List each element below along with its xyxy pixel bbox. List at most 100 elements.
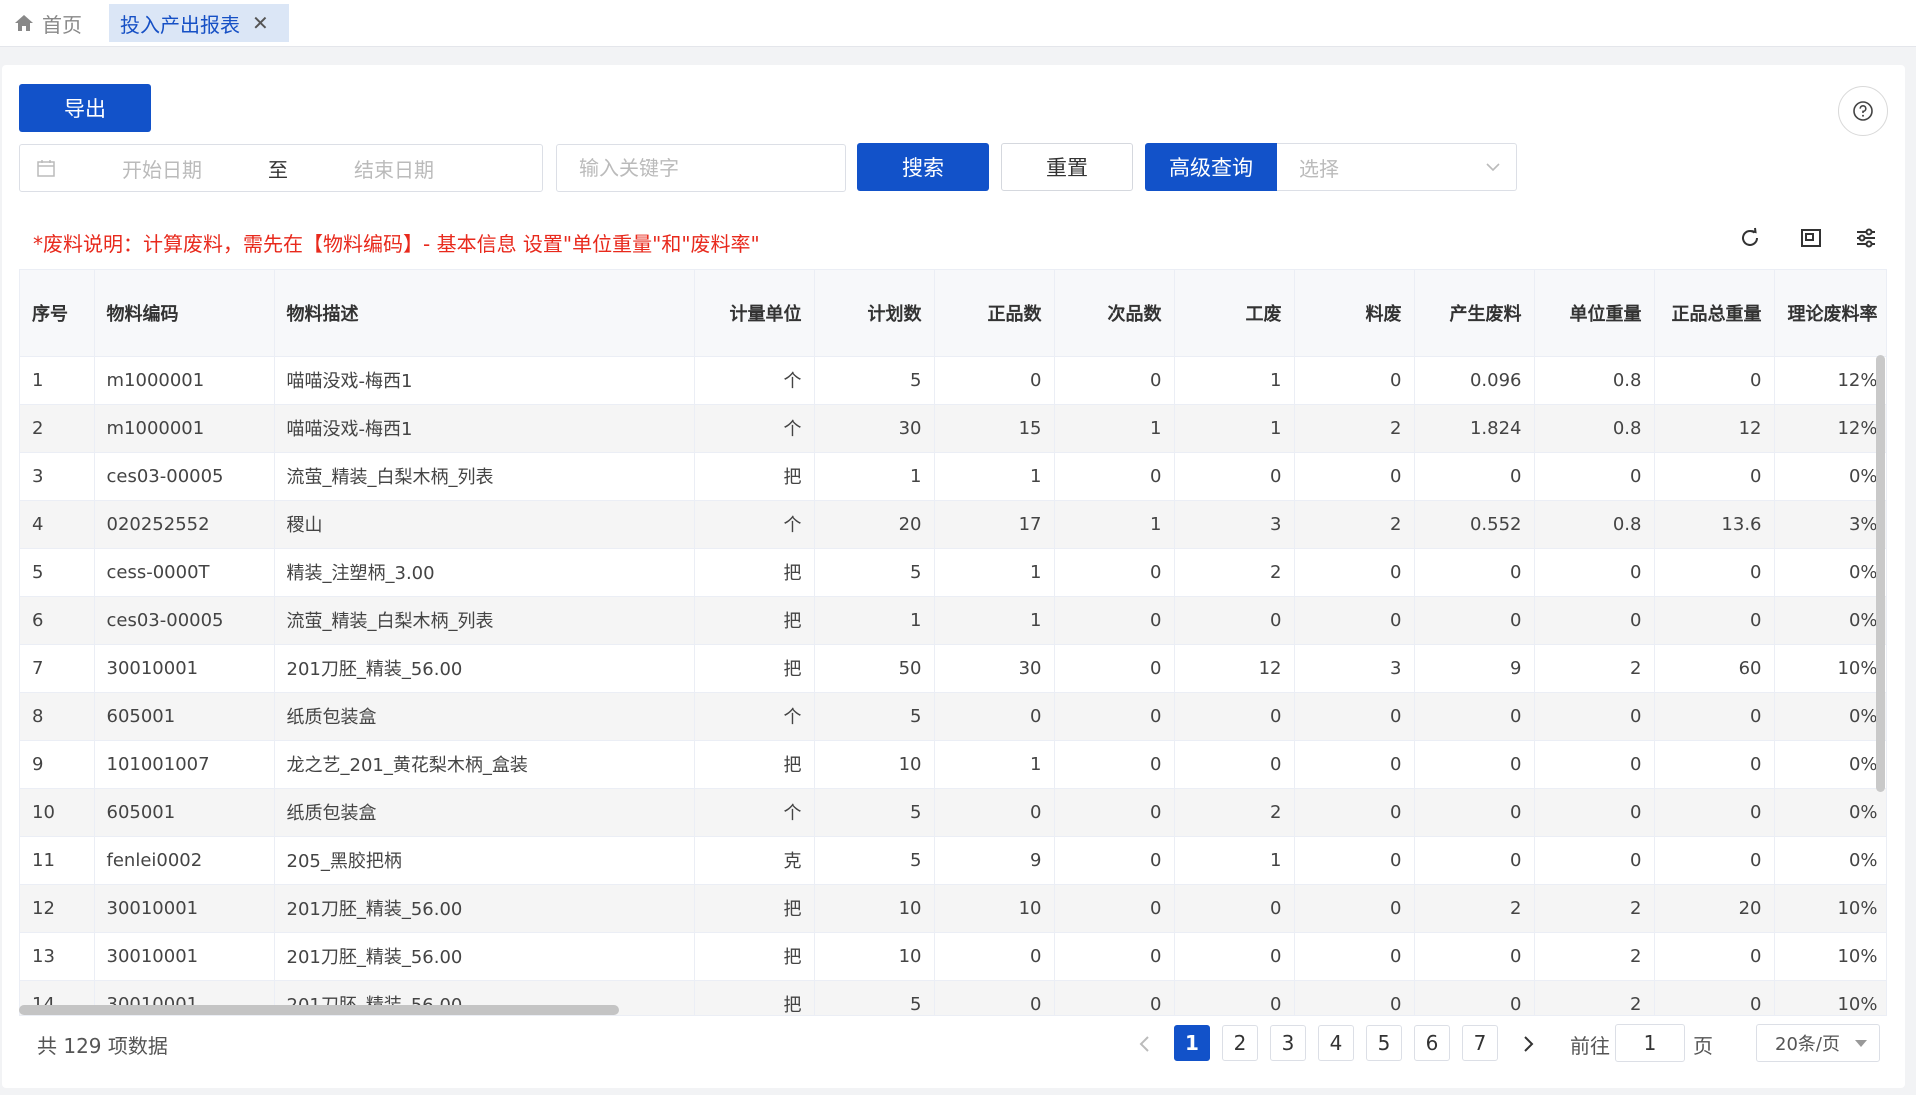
table-cell: 10%	[1774, 980, 1886, 1015]
table-cell: 30010001	[94, 884, 275, 933]
chevron-right-icon	[1524, 1036, 1534, 1052]
column-header[interactable]: 正品总重量	[1654, 270, 1775, 357]
table-cell: 3	[1294, 644, 1415, 693]
table-cell: 12	[1174, 644, 1295, 693]
table-cell: 0%	[1774, 740, 1886, 789]
column-header[interactable]: 产生废料	[1414, 270, 1535, 357]
table-row[interactable]: 11 fenlei0002 205_黑胶把柄克 5 9 0 1 0 0 0 0 0%	[20, 836, 1886, 885]
table-cell: 1	[934, 548, 1055, 597]
table-row[interactable]: 9 101001007 龙之艺_201_黄花梨木柄_盒装把 10 1 0 0 0 0 0 0 0%	[20, 740, 1886, 789]
chevron-down-icon	[1486, 163, 1500, 172]
table-cell: fenlei0002	[94, 836, 275, 885]
date-range-picker[interactable]: 开始日期 至 结束日期	[19, 144, 543, 192]
table-row[interactable]: 2 m1000001 喵喵没戏-梅西1 个 30 15 1 1 2 1.824 0.8 12 12%	[20, 404, 1886, 453]
table-cell: 0	[1054, 356, 1175, 405]
page-size-select[interactable]: 20条/页	[1756, 1024, 1880, 1062]
table-row[interactable]: 13 30010001 201刀胚_精装_56.00 把 10 0 0 0 0 0 2 0 10%	[20, 932, 1886, 981]
page-button[interactable]: 4	[1318, 1025, 1354, 1061]
table-cell: 605001	[94, 788, 275, 837]
horizontal-scrollbar[interactable]	[19, 1005, 619, 1015]
table-cell: 个	[694, 500, 815, 549]
table-cell: 2	[1534, 980, 1655, 1015]
column-header[interactable]: 物料描述	[274, 270, 695, 357]
table-row[interactable]: 3 ces03-00005 流萤_精装_白梨木柄_列表把 1 1 0 0 0 0 0 0 0%	[20, 452, 1886, 501]
column-header[interactable]: 正品数	[934, 270, 1055, 357]
table-row[interactable]: 5 cess-0000T 精装_注塑柄_3.00 把 5 1 0 2 0 0 0 0 0%	[20, 548, 1886, 597]
table-cell: 0	[1414, 740, 1535, 789]
table-cell: 5	[814, 692, 935, 741]
table-cell: 30010001	[94, 932, 275, 981]
table-cell: 0	[1054, 692, 1175, 741]
table-cell: 0	[1174, 884, 1295, 933]
column-header[interactable]: 序号	[20, 270, 95, 357]
advanced-query-button[interactable]: 高级查询	[1145, 143, 1277, 191]
table-row[interactable]: 8 605001 纸质包装盒个 5 0 0 0 0 0 0 0 0%	[20, 692, 1886, 741]
table-cell: 把	[694, 932, 815, 981]
table-cell: 0	[1654, 692, 1775, 741]
column-header[interactable]: 计划数	[814, 270, 935, 357]
goto-page-input[interactable]	[1615, 1024, 1685, 1062]
table-row[interactable]: 4 020252552 稷山个 20 17 1 3 2 0.552 0.8 13.6 3%	[20, 500, 1886, 549]
help-button[interactable]	[1838, 86, 1888, 136]
table-cell: 2	[1174, 788, 1295, 837]
table-cell: 0	[934, 692, 1055, 741]
advanced-select[interactable]: 选择	[1277, 143, 1517, 191]
table-cell: 0%	[1774, 836, 1886, 885]
column-settings-button[interactable]	[1850, 222, 1882, 254]
table-header-row: 序号 物料编码 物料描述 计量单位 计划数 正品数 次品数 工废 料废 产生废料 单位重量 正品总重量…	[20, 270, 1886, 357]
table-cell: 10%	[1774, 884, 1886, 933]
table-cell: 10%	[1774, 644, 1886, 693]
column-header[interactable]: 单位重量	[1534, 270, 1655, 357]
reset-button[interactable]: 重置	[1001, 143, 1133, 191]
column-header[interactable]: 工废	[1174, 270, 1295, 357]
page-button[interactable]: 1	[1174, 1025, 1210, 1061]
refresh-button[interactable]	[1734, 222, 1766, 254]
table-cell: 5	[814, 980, 935, 1015]
tab-input-output-report[interactable]: 投入产出报表 ✕	[109, 4, 289, 42]
table-row[interactable]: 12 30010001 201刀胚_精装_56.00 把 10 10 0 0 0 2 2 20 10%	[20, 884, 1886, 933]
table-cell: 流萤_精装_白梨木柄_列表	[274, 596, 695, 645]
table-cell: 0	[1054, 596, 1175, 645]
total-count: 共 129 项数据	[37, 1034, 168, 1058]
table-cell: 0.552	[1414, 500, 1535, 549]
table-row[interactable]: 6 ces03-00005 流萤_精装_白梨木柄_列表把 1 1 0 0 0 0 0 0 0%	[20, 596, 1886, 645]
table-row[interactable]: 10 605001 纸质包装盒个 5 0 0 2 0 0 0 0 0%	[20, 788, 1886, 837]
table-cell: 稷山	[274, 500, 695, 549]
page-button[interactable]: 7	[1462, 1025, 1498, 1061]
export-button[interactable]: 导出	[19, 84, 151, 132]
table-row[interactable]: 7 30010001 201刀胚_精装_56.00 把 50 30 0 12 3 9 2 60 10%	[20, 644, 1886, 693]
table-cell: 0	[1174, 932, 1295, 981]
table-cell: 0	[934, 932, 1055, 981]
table-row[interactable]: 1 m1000001 喵喵没戏-梅西1 个 5 0 0 1 0 0.096 0.8 0 12%	[20, 356, 1886, 405]
fullscreen-button[interactable]	[1795, 222, 1827, 254]
column-header[interactable]: 料废	[1294, 270, 1415, 357]
next-page-button[interactable]	[1513, 1026, 1543, 1062]
column-header[interactable]: 物料编码	[94, 270, 275, 357]
column-header[interactable]: 次品数	[1054, 270, 1175, 357]
table-cell: 1	[1174, 836, 1295, 885]
close-icon[interactable]: ✕	[252, 11, 269, 35]
table-cell: 0	[1654, 452, 1775, 501]
table-cell: 10	[814, 740, 935, 789]
table-cell: 2	[1534, 932, 1655, 981]
table-cell: 0	[1534, 452, 1655, 501]
column-header[interactable]: 计量单位	[694, 270, 815, 357]
search-button[interactable]: 搜索	[857, 143, 989, 191]
refresh-icon	[1742, 227, 1758, 246]
table-cell: 0	[1414, 980, 1535, 1015]
page-button[interactable]: 5	[1366, 1025, 1402, 1061]
keyword-input[interactable]	[556, 144, 846, 192]
column-header[interactable]: 理论废料率	[1774, 270, 1886, 357]
tab-home[interactable]: 首页	[14, 4, 82, 42]
page-button[interactable]: 6	[1414, 1025, 1450, 1061]
select-placeholder: 选择	[1299, 156, 1339, 181]
table-cell: 0	[1294, 788, 1415, 837]
table-cell: 0	[1174, 980, 1295, 1015]
table-cell: 5	[814, 788, 935, 837]
vertical-scrollbar[interactable]	[1876, 355, 1885, 792]
sliders-icon	[1857, 228, 1875, 248]
page-button[interactable]: 2	[1222, 1025, 1258, 1061]
page-button[interactable]: 3	[1270, 1025, 1306, 1061]
prev-page-button[interactable]	[1130, 1026, 1160, 1062]
table-cell: 020252552	[94, 500, 275, 549]
